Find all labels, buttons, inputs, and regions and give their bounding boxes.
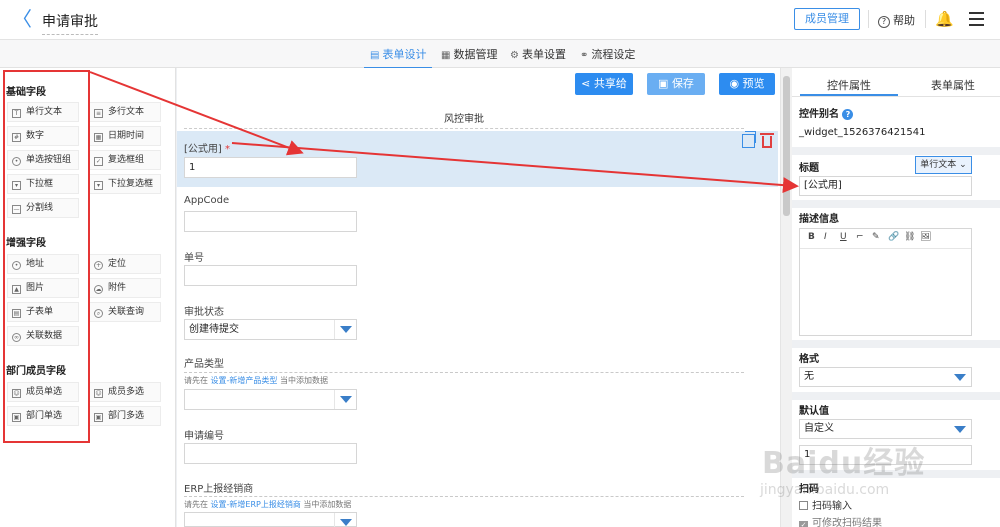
- arrow-to-field: [89, 71, 304, 156]
- baidu-watermark-url: jingyan.baidu.com: [760, 482, 890, 498]
- baidu-watermark: Baidu经验: [762, 446, 926, 481]
- arrow-to-title-input: [231, 142, 799, 194]
